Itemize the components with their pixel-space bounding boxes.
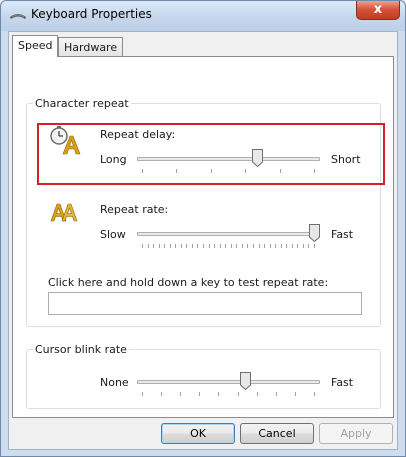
slider-tick <box>225 244 226 248</box>
tab-hardware[interactable]: Hardware <box>58 37 124 57</box>
window-title: Keyboard Properties <box>31 7 152 21</box>
cursor-blink-min-label: None <box>100 376 129 389</box>
title-bar[interactable]: Keyboard Properties x <box>1 1 405 31</box>
slider-tick <box>203 244 204 248</box>
slider-ticks <box>142 169 315 174</box>
speed-tab-page: Character repeat Repeat delay: Long Shor… <box>12 56 394 418</box>
slider-tick <box>211 169 212 173</box>
slider-tick <box>153 244 154 248</box>
keyboard-properties-window: Keyboard Properties x Speed Hardware Cha… <box>0 0 406 457</box>
ok-button[interactable]: OK <box>161 423 235 444</box>
slider-track <box>137 380 320 384</box>
slider-tick <box>281 244 282 248</box>
dialog-client: Speed Hardware Character repeat Repeat d… <box>8 31 398 450</box>
slider-tick <box>161 392 162 396</box>
slider-tick <box>270 244 271 248</box>
slider-tick <box>176 169 177 173</box>
tab-hardware-label: Hardware <box>64 41 118 54</box>
cursor-blink-slider[interactable] <box>137 372 320 398</box>
slider-tick <box>245 169 246 173</box>
slider-tick <box>218 392 219 396</box>
slider-track <box>137 157 320 161</box>
slider-tick <box>238 392 239 396</box>
repeat-rate-max-label: Fast <box>331 228 354 241</box>
slider-tick <box>148 244 149 248</box>
repeat-delay-icon <box>50 126 81 155</box>
slider-tick <box>276 392 277 396</box>
slider-tick <box>214 244 215 248</box>
slider-tick <box>197 244 198 248</box>
slider-ticks <box>142 392 315 397</box>
test-prompt-label: Click here and hold down a key to test r… <box>48 276 329 289</box>
slider-ticks <box>142 244 315 249</box>
cancel-button[interactable]: Cancel <box>240 423 314 444</box>
slider-tick <box>170 244 171 248</box>
repeat-rate-icon <box>50 203 78 222</box>
tab-speed-label: Speed <box>18 39 53 52</box>
slider-tick <box>253 244 254 248</box>
slider-tick <box>242 244 243 248</box>
slider-tick <box>159 244 160 248</box>
slider-tick <box>186 244 187 248</box>
slider-tick <box>175 244 176 248</box>
slider-tick <box>303 244 304 248</box>
repeat-delay-label: Repeat delay: <box>100 128 176 141</box>
slider-tick <box>142 169 143 173</box>
slider-tick <box>308 244 309 248</box>
slider-tick <box>264 244 265 248</box>
close-button[interactable]: x <box>356 1 400 20</box>
tab-speed[interactable]: Speed <box>12 35 59 57</box>
slider-tick <box>231 244 232 248</box>
slider-thumb[interactable] <box>309 224 320 242</box>
slider-thumb[interactable] <box>240 372 251 390</box>
slider-tick <box>220 244 221 248</box>
slider-tick <box>292 244 293 248</box>
slider-tick <box>286 244 287 248</box>
slider-tick <box>209 244 210 248</box>
close-icon: x <box>373 2 383 17</box>
slider-tick <box>181 244 182 248</box>
slider-tick <box>236 244 237 248</box>
slider-track <box>137 232 320 236</box>
repeat-rate-slider[interactable] <box>137 224 320 250</box>
slider-tick <box>247 244 248 248</box>
slider-tick <box>275 244 276 248</box>
repeat-delay-slider[interactable] <box>137 149 320 175</box>
cursor-blink-max-label: Fast <box>331 376 354 389</box>
slider-tick <box>314 244 315 248</box>
repeat-delay-min-label: Long <box>100 153 127 166</box>
repeat-rate-label: Repeat rate: <box>100 203 169 216</box>
slider-tick <box>199 392 200 396</box>
apply-button[interactable]: Apply <box>319 423 393 444</box>
slider-tick <box>180 392 181 396</box>
slider-thumb[interactable] <box>252 149 263 167</box>
slider-tick <box>142 244 143 248</box>
repeat-delay-max-label: Short <box>331 153 361 166</box>
test-repeat-input[interactable] <box>48 292 362 315</box>
slider-tick <box>314 169 315 173</box>
slider-tick <box>257 392 258 396</box>
slider-tick <box>295 392 296 396</box>
slider-tick <box>297 244 298 248</box>
slider-tick <box>164 244 165 248</box>
slider-tick <box>314 392 315 396</box>
slider-tick <box>192 244 193 248</box>
slider-tick <box>259 244 260 248</box>
slider-tick <box>280 169 281 173</box>
cursor-blink-label: Cursor blink rate <box>35 343 127 356</box>
character-repeat-label: Character repeat <box>35 97 129 110</box>
repeat-rate-min-label: Slow <box>100 228 126 241</box>
keyboard-icon <box>10 14 26 19</box>
slider-tick <box>142 392 143 396</box>
